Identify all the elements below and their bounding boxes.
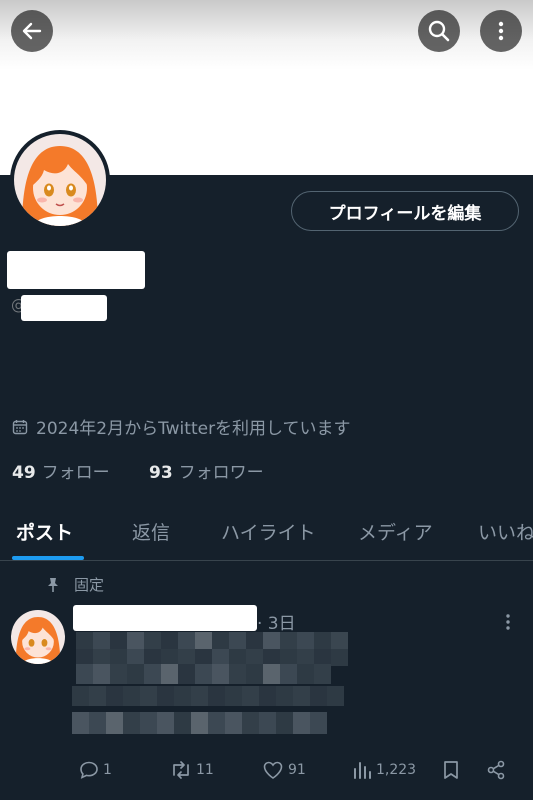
handle-redacted [21, 295, 107, 321]
following-link[interactable]: 49 フォロー [12, 458, 110, 483]
search-button[interactable] [418, 10, 460, 52]
tab-posts[interactable]: ポスト [16, 518, 73, 545]
views-count: 1,223 [376, 762, 417, 778]
repost-button[interactable]: 11 [170, 760, 214, 780]
bookmark-button[interactable] [442, 760, 464, 780]
post-actions: 1 11 91 1,223 [0, 760, 533, 790]
arrow-left-icon [22, 22, 42, 40]
more-vertical-icon [498, 21, 504, 41]
repost-count: 11 [196, 762, 214, 778]
search-icon [428, 20, 450, 42]
following-label: フォロー [41, 463, 110, 483]
like-button[interactable]: 91 [262, 760, 306, 780]
profile-tabs: ポスト 返信 ハイライト メディア いいね [0, 510, 533, 561]
views-icon [354, 762, 371, 779]
post-timestamp[interactable]: · 3日 [257, 609, 296, 634]
pin-icon [48, 577, 58, 592]
joined-date: 2024年2月からTwitterを利用しています [12, 414, 351, 439]
reply-count: 1 [103, 762, 112, 778]
share-icon [487, 760, 505, 780]
calendar-icon [12, 419, 28, 434]
followers-link[interactable]: 93 フォロワー [149, 458, 264, 483]
bookmark-icon [444, 761, 458, 779]
tab-replies[interactable]: 返信 [132, 518, 170, 545]
tab-likes[interactable]: いいね [478, 518, 533, 545]
repost-icon [173, 761, 189, 779]
profile-avatar[interactable] [10, 130, 110, 230]
tab-media[interactable]: メディア [358, 518, 433, 545]
post-text-pixelated [72, 712, 327, 734]
back-button[interactable] [11, 10, 53, 52]
avatar-image [14, 134, 106, 226]
more-vertical-icon [506, 614, 510, 630]
joined-text: 2024年2月からTwitterを利用しています [36, 419, 351, 439]
views-button[interactable]: 1,223 [352, 760, 416, 780]
post-text-pixelated [72, 686, 344, 706]
followers-label: フォロワー [178, 463, 264, 483]
following-count: 49 [12, 463, 36, 483]
post-author-redacted [73, 605, 257, 631]
heart-icon [263, 761, 283, 779]
reply-icon [80, 761, 98, 779]
pinned-indicator: 固定 [46, 574, 104, 595]
reply-button[interactable]: 1 [79, 760, 112, 780]
followers-count: 93 [149, 463, 173, 483]
post-more-button[interactable] [500, 612, 516, 636]
avatar-image [11, 610, 65, 664]
active-tab-indicator [12, 556, 84, 560]
post-text-pixelated [76, 632, 348, 666]
post-text-pixelated [76, 664, 331, 684]
share-button[interactable] [486, 760, 510, 780]
tab-highlights[interactable]: ハイライト [221, 518, 316, 545]
like-count: 91 [288, 762, 306, 778]
display-name-redacted [7, 251, 145, 289]
post-author-avatar[interactable] [11, 610, 65, 664]
edit-profile-button[interactable]: プロフィールを編集 [291, 191, 519, 231]
more-button[interactable] [480, 10, 522, 52]
pinned-label: 固定 [74, 576, 105, 594]
